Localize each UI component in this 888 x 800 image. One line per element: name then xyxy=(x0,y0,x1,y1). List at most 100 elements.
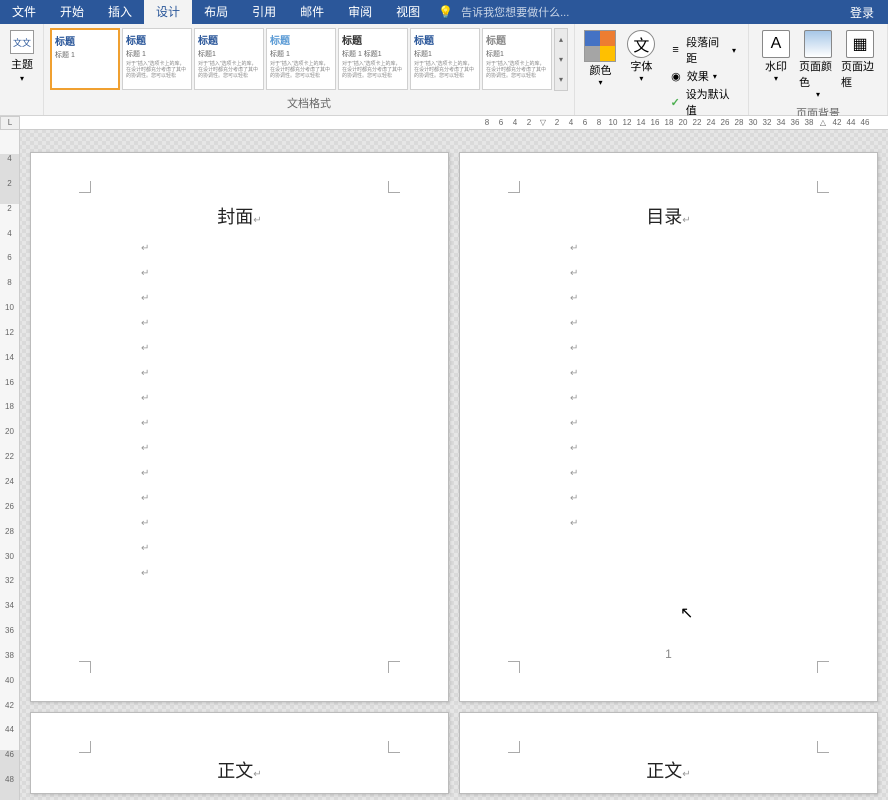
crop-mark-icon xyxy=(817,181,829,193)
page-number: 1 xyxy=(665,647,672,661)
paragraph-mark-icon: ↵ xyxy=(570,518,817,529)
style-item[interactable]: 标题 标题1 对于"插入"选项卡上的库，在设计时都充分考虑了其中的协调性。您可以… xyxy=(194,28,264,90)
chevron-down-icon: ▾ xyxy=(713,72,717,81)
crop-mark-icon xyxy=(79,741,91,753)
set-default-button[interactable]: ✓ 设为默认值 xyxy=(669,86,736,118)
effects-button[interactable]: ◉ 效果 ▾ xyxy=(669,68,736,84)
ribbon: 文文 主题 ▾ 标题 标题 1 标题 标题 1 对于"插入"选项卡上的库，在设计… xyxy=(0,24,888,116)
paragraph-mark-icon: ↵ xyxy=(141,393,388,404)
style-item[interactable]: 标题 标题 1 xyxy=(50,28,120,90)
tab-references[interactable]: 引用 xyxy=(240,0,288,24)
page[interactable]: 正文↵ xyxy=(459,712,878,794)
paragraph-mark-icon: ↵ xyxy=(141,568,388,579)
paragraph-mark-icon: ↵ xyxy=(141,543,388,554)
indent-marker-icon[interactable]: ▽ xyxy=(536,118,550,127)
crop-mark-icon xyxy=(79,181,91,193)
tab-design[interactable]: 设计 xyxy=(144,0,192,24)
crop-mark-icon xyxy=(508,661,520,673)
lightbulb-icon: 💡 xyxy=(438,5,453,19)
paragraph-mark-icon: ↵ xyxy=(141,368,388,379)
chevron-down-icon: ▾ xyxy=(639,74,643,83)
chevron-down-icon: ▾ xyxy=(732,46,736,55)
tell-me-input[interactable]: 告诉我您想要做什么... xyxy=(461,4,569,20)
page[interactable]: 封面↵ ↵ ↵ ↵ ↵ ↵ ↵ ↵ ↵ ↵ ↵ ↵ ↵ ↵ ↵ xyxy=(30,152,449,702)
tab-view[interactable]: 视图 xyxy=(384,0,432,24)
right-indent-icon[interactable]: △ xyxy=(816,118,830,127)
paragraph-mark-icon: ↵ xyxy=(141,493,388,504)
paragraph-mark-icon: ↵ xyxy=(570,243,817,254)
gallery-scroll[interactable]: ▴ ▾ ▾ xyxy=(554,28,568,91)
crop-mark-icon xyxy=(388,741,400,753)
page[interactable]: 正文↵ xyxy=(30,712,449,794)
vertical-ruler[interactable]: 4 2 2 4 6 8 10 12 14 16 18 20 22 24 26 2… xyxy=(0,130,20,800)
crop-mark-icon xyxy=(79,661,91,673)
paragraph-mark-icon: ↵ xyxy=(570,318,817,329)
style-item[interactable]: 标题 标题 1 对于"插入"选项卡上的库，在设计时都充分考虑了其中的协调性。您可… xyxy=(266,28,336,90)
doc-format-label: 文档格式 xyxy=(48,93,570,113)
document-area[interactable]: 封面↵ ↵ ↵ ↵ ↵ ↵ ↵ ↵ ↵ ↵ ↵ ↵ ↵ ↵ ↵ 目录↵ ↵ ↵ … xyxy=(20,130,888,800)
colors-button[interactable]: 颜色 ▾ xyxy=(583,30,618,87)
crop-mark-icon xyxy=(388,181,400,193)
login-button[interactable]: 登录 xyxy=(836,4,888,21)
paragraph-mark-icon: ↵ xyxy=(570,393,817,404)
watermark-icon: A xyxy=(762,30,790,58)
paragraph-mark-icon: ↵ xyxy=(141,443,388,454)
style-item[interactable]: 标题 标题 1 标题1 对于"插入"选项卡上的库，在设计时都充分考虑了其中的协调… xyxy=(338,28,408,90)
scroll-up-icon[interactable]: ▴ xyxy=(555,35,567,44)
style-item[interactable]: 标题 标题1 对于"插入"选项卡上的库，在设计时都充分考虑了其中的协调性。您可以… xyxy=(482,28,552,90)
tab-mailings[interactable]: 邮件 xyxy=(288,0,336,24)
ruler-corner[interactable]: L xyxy=(0,116,20,130)
themes-button[interactable]: 文文 主题 ▾ xyxy=(4,26,40,87)
page-color-icon xyxy=(804,30,832,58)
paragraph-spacing-button[interactable]: ≡ 段落间距 ▾ xyxy=(669,34,736,66)
chevron-down-icon: ▾ xyxy=(20,74,24,83)
paragraph-spacing-icon: ≡ xyxy=(669,43,682,57)
watermark-button[interactable]: A 水印 ▾ xyxy=(757,30,795,99)
paragraph-mark-icon: ↵ xyxy=(141,243,388,254)
style-gallery: 标题 标题 1 标题 标题 1 对于"插入"选项卡上的库，在设计时都充分考虑了其… xyxy=(48,26,570,93)
paragraph-mark-icon: ↵ xyxy=(141,468,388,479)
chevron-down-icon: ▾ xyxy=(774,74,778,83)
paragraph-mark-icon: ↵ xyxy=(570,368,817,379)
page-title: 目录↵ xyxy=(520,203,817,229)
themes-label: 主题 xyxy=(11,56,33,72)
page-color-button[interactable]: 页面颜色 ▾ xyxy=(799,30,837,99)
tab-file[interactable]: 文件 xyxy=(0,0,48,24)
effects-icon: ◉ xyxy=(669,69,683,83)
fonts-button[interactable]: 文 字体 ▾ xyxy=(624,30,659,83)
paragraph-mark-icon: ↵ xyxy=(570,343,817,354)
page-border-icon: ▦ xyxy=(846,30,874,58)
page-title: 正文↵ xyxy=(520,757,817,783)
menubar: 文件 开始 插入 设计 布局 引用 邮件 审阅 视图 💡 告诉我您想要做什么..… xyxy=(0,0,888,24)
tab-home[interactable]: 开始 xyxy=(48,0,96,24)
style-item[interactable]: 标题 标题 1 对于"插入"选项卡上的库，在设计时都充分考虑了其中的协调性。您可… xyxy=(122,28,192,90)
crop-mark-icon xyxy=(817,741,829,753)
gallery-expand-icon[interactable]: ▾ xyxy=(555,75,567,84)
check-icon: ✓ xyxy=(669,95,682,109)
paragraph-mark-icon: ↵ xyxy=(570,443,817,454)
crop-mark-icon xyxy=(388,661,400,673)
paragraph-mark-icon: ↵ xyxy=(570,293,817,304)
themes-icon: 文文 xyxy=(10,30,34,54)
horizontal-ruler[interactable]: 8 6 4 2 ▽ 2 4 6 8 10 12 14 16 18 20 22 2… xyxy=(20,116,888,130)
style-item[interactable]: 标题 标题1 对于"插入"选项卡上的库，在设计时都充分考虑了其中的协调性。您可以… xyxy=(410,28,480,90)
page-title: 封面↵ xyxy=(91,203,388,229)
page-border-button[interactable]: ▦ 页面边框 xyxy=(841,30,879,99)
crop-mark-icon xyxy=(508,741,520,753)
paragraph-mark-icon: ↵ xyxy=(141,418,388,429)
tab-review[interactable]: 审阅 xyxy=(336,0,384,24)
chevron-down-icon: ▾ xyxy=(598,78,602,87)
page-title: 正文↵ xyxy=(91,757,388,783)
page[interactable]: 目录↵ ↵ ↵ ↵ ↵ ↵ ↵ ↵ ↵ ↵ ↵ ↵ ↵ 1 ↖ xyxy=(459,152,878,702)
color-swatch-icon xyxy=(584,30,616,62)
tab-layout[interactable]: 布局 xyxy=(192,0,240,24)
fonts-icon: 文 xyxy=(627,30,655,58)
paragraph-mark-icon: ↵ xyxy=(141,318,388,329)
paragraph-mark-icon: ↵ xyxy=(570,468,817,479)
cursor-arrow-icon: ↖ xyxy=(680,603,693,623)
tab-insert[interactable]: 插入 xyxy=(96,0,144,24)
paragraph-mark-icon: ↵ xyxy=(141,518,388,529)
paragraph-mark-icon: ↵ xyxy=(570,268,817,279)
scroll-down-icon[interactable]: ▾ xyxy=(555,55,567,64)
paragraph-mark-icon: ↵ xyxy=(141,343,388,354)
